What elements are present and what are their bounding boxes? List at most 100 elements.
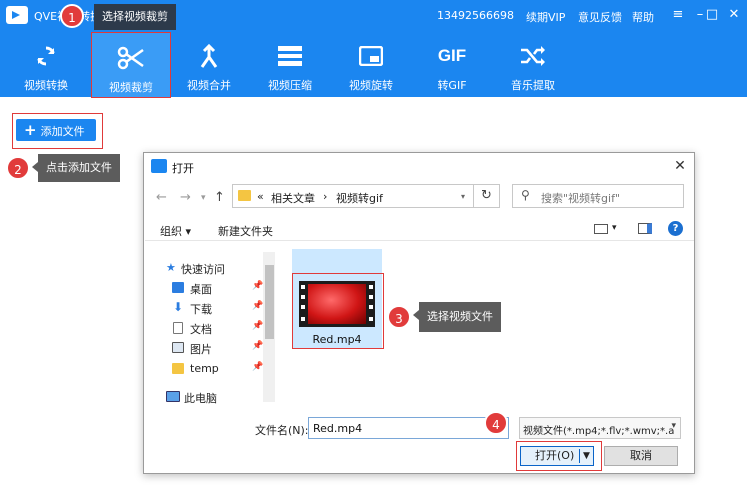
picture-icon <box>172 342 184 353</box>
refresh-button[interactable]: ↻ <box>474 184 500 208</box>
nav-this-pc[interactable]: 此电脑 <box>166 387 286 407</box>
recent-dropdown-icon[interactable]: ▾ <box>201 193 206 203</box>
nav-pictures[interactable]: 图片 📌 <box>172 338 292 358</box>
open-label: 打开(O) <box>535 449 575 462</box>
nav-label: 此电脑 <box>184 392 217 405</box>
nav-quick-access[interactable]: ★ 快速访问 <box>166 258 286 278</box>
nav-temp[interactable]: temp 📌 <box>172 359 292 379</box>
breadcrumb-separator: › <box>323 190 328 203</box>
nav-documents[interactable]: 文档 📌 <box>172 318 292 338</box>
scissors-icon <box>92 45 170 71</box>
dialog-title: 打开 <box>172 162 194 175</box>
video-file-thumbnail[interactable] <box>299 281 375 327</box>
pin-icon: 📌 <box>252 341 264 351</box>
step-tip-3: 选择视频文件 <box>413 302 501 332</box>
nav-downloads[interactable]: ⬇ 下载 📌 <box>172 298 292 318</box>
breadcrumb-prefix: « <box>257 190 264 203</box>
nav-label: 文档 <box>190 323 212 336</box>
folder-icon <box>172 363 184 374</box>
breadcrumb-item[interactable]: 视频转gif <box>336 190 383 206</box>
plus-icon: + <box>24 121 37 139</box>
search-placeholder: 搜索"视频转gif" <box>541 192 621 205</box>
compress-icon <box>250 43 330 69</box>
dialog-close-icon[interactable]: ✕ <box>670 156 690 176</box>
tool-label: 转GIF <box>437 79 467 92</box>
breadcrumb-item[interactable]: 相关文章 <box>271 190 315 206</box>
pin-icon: 📌 <box>252 301 264 311</box>
dialog-app-icon <box>151 159 167 173</box>
star-icon: ★ <box>166 261 176 274</box>
app-logo-icon <box>6 6 28 24</box>
maximize-icon[interactable]: □ <box>701 5 723 25</box>
tool-video-convert[interactable]: 视频转换 <box>6 31 86 97</box>
help-icon[interactable]: ? <box>668 221 683 236</box>
folder-icon <box>238 190 251 201</box>
toolbar: 视频转换 视频裁剪 视频合并 视频压缩 视频旋转 GIF 转GIF 音乐提取 <box>0 31 747 98</box>
refresh-icon: ↻ <box>481 188 492 203</box>
phone-number: 13492566698 <box>437 9 514 22</box>
nav-label: 快速访问 <box>181 263 225 276</box>
command-bar: 组织 ▾ 新建文件夹 ▾ ? <box>145 217 694 241</box>
organize-menu[interactable]: 组织 ▾ <box>160 223 191 239</box>
view-dropdown-icon[interactable]: ▾ <box>612 223 617 233</box>
filename-label: 文件名(N): <box>255 424 309 437</box>
pin-icon: 📌 <box>252 321 264 331</box>
tool-video-rotate[interactable]: 视频旋转 <box>331 31 411 97</box>
preview-pane-icon[interactable] <box>638 223 652 234</box>
new-folder-button[interactable]: 新建文件夹 <box>218 223 273 239</box>
tool-label: 音乐提取 <box>511 79 555 92</box>
file-name-label[interactable]: Red.mp4 <box>292 333 382 346</box>
forward-arrow-icon[interactable]: → <box>180 190 191 205</box>
nav-label: 图片 <box>190 343 212 356</box>
back-arrow-icon[interactable]: ← <box>156 190 167 205</box>
tool-video-compress[interactable]: 视频压缩 <box>250 31 330 97</box>
download-icon: ⬇ <box>173 300 184 314</box>
tool-to-gif[interactable]: GIF 转GIF <box>412 31 492 97</box>
add-file-label: 添加文件 <box>40 125 85 138</box>
tool-label: 视频压缩 <box>268 79 312 92</box>
nav-label: 桌面 <box>190 283 212 296</box>
video-frame-icon <box>308 284 366 324</box>
add-file-button[interactable]: + 添加文件 <box>16 119 96 141</box>
tool-label: 视频旋转 <box>349 79 393 92</box>
help-link[interactable]: 帮助 <box>632 9 654 25</box>
tool-label: 视频合并 <box>187 79 231 92</box>
computer-icon <box>166 391 180 402</box>
rotate-icon <box>331 43 411 69</box>
menu-icon[interactable]: ≡ <box>667 5 689 25</box>
vip-link[interactable]: 续期VIP <box>526 9 565 25</box>
open-dropdown-icon[interactable]: ▼ <box>583 447 590 465</box>
refresh-icon <box>6 43 86 69</box>
close-icon[interactable]: ✕ <box>723 5 745 25</box>
split-separator <box>579 449 580 463</box>
view-icon[interactable] <box>594 224 608 234</box>
up-arrow-icon[interactable]: ↑ <box>214 190 225 205</box>
feedback-link[interactable]: 意见反馈 <box>578 9 622 25</box>
pin-icon: 📌 <box>252 281 264 291</box>
filetype-select[interactable]: 视频文件(*.mp4;*.flv;*.wmv;*.a ▾ <box>519 417 681 439</box>
filename-input[interactable]: Red.mp4 <box>308 417 509 439</box>
desktop-icon <box>172 282 184 293</box>
shuffle-icon <box>493 43 573 69</box>
step-badge-1: 1 <box>60 4 84 28</box>
nav-label: 下载 <box>190 303 212 316</box>
step-badge-4: 4 <box>484 411 508 435</box>
pin-icon: 📌 <box>252 362 264 372</box>
address-bar[interactable]: « 相关文章 › 视频转gif ▾ <box>232 184 474 208</box>
document-icon <box>173 322 183 334</box>
tool-music-extract[interactable]: 音乐提取 <box>493 31 573 97</box>
address-dropdown-icon[interactable]: ▾ <box>461 192 465 201</box>
cancel-button[interactable]: 取消 <box>604 446 678 466</box>
open-button[interactable]: 打开(O) ▼ <box>520 446 594 466</box>
nav-desktop[interactable]: 桌面 📌 <box>172 278 292 298</box>
step-badge-3: 3 <box>387 305 411 329</box>
step-tip-1: 选择视频裁剪 <box>94 4 176 30</box>
tool-video-clip[interactable]: 视频裁剪 <box>91 32 171 98</box>
gif-icon: GIF <box>437 46 467 65</box>
step-badge-2: 2 <box>6 156 30 180</box>
search-input[interactable]: ⚲ 搜索"视频转gif" <box>512 184 684 208</box>
filetype-value: 视频文件(*.mp4;*.flv;*.wmv;*.a <box>523 426 675 437</box>
search-icon: ⚲ <box>521 188 530 202</box>
tool-video-merge[interactable]: 视频合并 <box>169 31 249 97</box>
merge-icon <box>169 43 249 69</box>
